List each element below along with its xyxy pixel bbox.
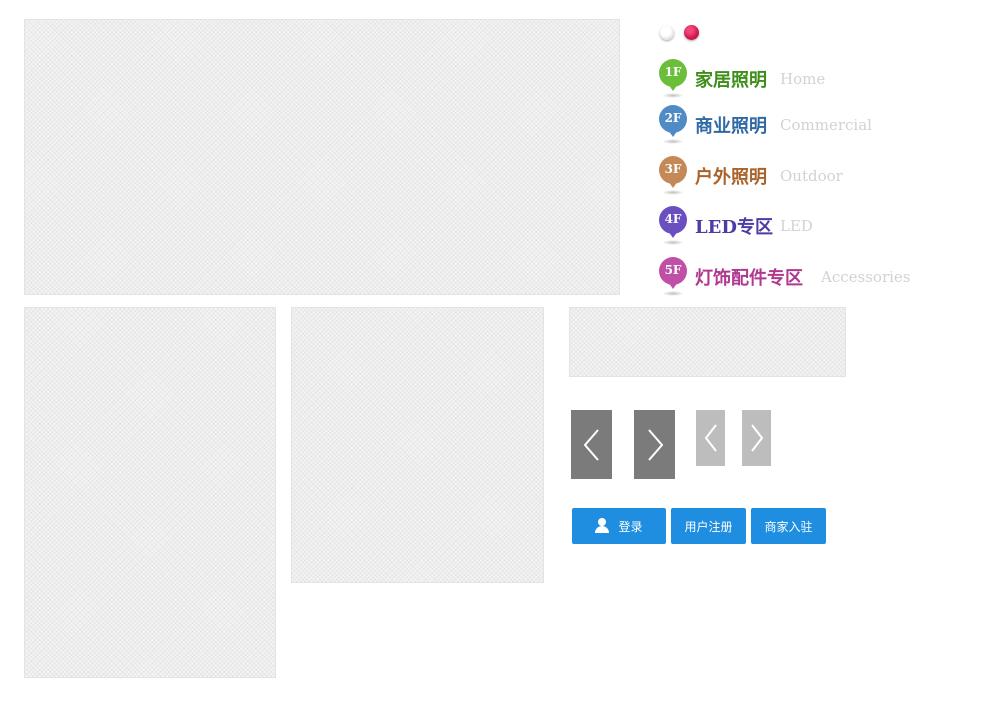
floor-nav-item-4f[interactable]: 4F LED专区 LED bbox=[659, 206, 989, 246]
floor-name-en: Commercial bbox=[780, 116, 872, 134]
floor-name-en: LED bbox=[780, 217, 813, 235]
register-button[interactable]: 用户注册 bbox=[671, 508, 746, 544]
floor-name-en: Home bbox=[780, 70, 826, 88]
image-placeholder-strip bbox=[569, 307, 846, 377]
floor-name-cn: LED专区 bbox=[695, 217, 773, 238]
chevron-right-icon bbox=[750, 424, 763, 452]
prev-arrow-button-large[interactable] bbox=[571, 410, 612, 479]
prev-arrow-button-small[interactable] bbox=[696, 410, 725, 466]
login-button-label: 登录 bbox=[618, 519, 643, 534]
floor-name-cn: 户外照明 bbox=[695, 167, 767, 188]
merchant-join-button-label: 商家入驻 bbox=[764, 519, 813, 534]
map-pin-icon: 2F bbox=[659, 105, 687, 145]
map-pin-icon: 5F bbox=[659, 257, 687, 297]
user-icon bbox=[595, 518, 610, 534]
register-button-label: 用户注册 bbox=[684, 519, 733, 534]
map-pin-icon: 4F bbox=[659, 206, 687, 246]
floor-nav-item-3f[interactable]: 3F 户外照明 Outdoor bbox=[659, 156, 989, 196]
floor-nav-item-2f[interactable]: 2F 商业照明 Commercial bbox=[659, 105, 989, 145]
next-arrow-button-large[interactable] bbox=[634, 410, 675, 479]
image-placeholder-medium bbox=[291, 307, 544, 583]
banner-image-placeholder bbox=[24, 19, 620, 295]
carousel-dot-inactive[interactable] bbox=[660, 26, 674, 40]
floor-name-cn: 灯饰配件专区 bbox=[695, 268, 803, 289]
merchant-join-button[interactable]: 商家入驻 bbox=[751, 508, 826, 544]
floor-name-en: Accessories bbox=[821, 268, 911, 286]
carousel-dot-active[interactable] bbox=[684, 25, 699, 40]
floor-nav-item-5f[interactable]: 5F 灯饰配件专区 Accessories bbox=[659, 257, 989, 297]
chevron-right-icon bbox=[647, 428, 663, 461]
map-pin-icon: 3F bbox=[659, 156, 687, 196]
next-arrow-button-small[interactable] bbox=[742, 410, 771, 466]
chevron-left-icon bbox=[704, 424, 717, 452]
map-pin-icon: 1F bbox=[659, 59, 687, 99]
floor-name-cn: 商业照明 bbox=[695, 116, 767, 137]
floor-nav-item-1f[interactable]: 1F 家居照明 Home bbox=[659, 59, 989, 99]
chevron-left-icon bbox=[583, 428, 599, 461]
login-button[interactable]: 登录 bbox=[572, 508, 666, 544]
image-placeholder-tall bbox=[24, 307, 276, 678]
floor-name-cn: 家居照明 bbox=[695, 70, 767, 91]
floor-name-en: Outdoor bbox=[780, 167, 843, 185]
